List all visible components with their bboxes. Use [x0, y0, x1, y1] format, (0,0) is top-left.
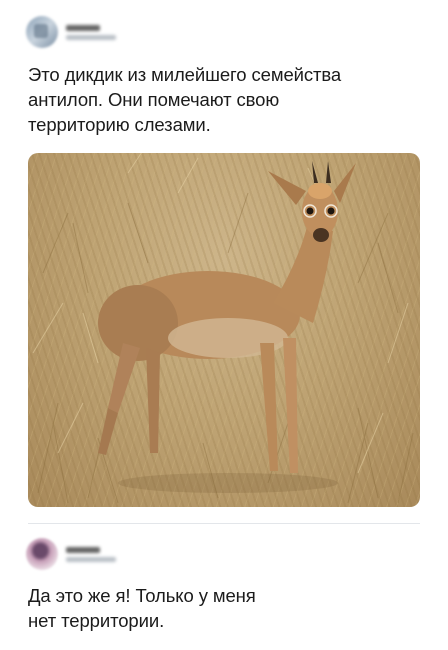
- tweet-text-line: нет территории.: [28, 610, 165, 631]
- tweet-2-header: [26, 538, 116, 570]
- tweet-text-line: Это дикдик из милейшего семейства: [28, 64, 342, 85]
- user-meta: [66, 546, 116, 562]
- dik-dik-illustration: [32, 153, 414, 504]
- dik-dik-photo[interactable]: [28, 153, 420, 507]
- avatar[interactable]: [26, 538, 58, 570]
- avatar[interactable]: [26, 16, 58, 48]
- tweet-text-line: Да это же я! Только у меня: [28, 585, 256, 606]
- user-meta: [66, 24, 116, 40]
- tweet-text-line: территорию слезами.: [28, 114, 211, 135]
- tweet-1-header: [26, 16, 116, 48]
- tweet-text-line: антилоп. Они помечают свою: [28, 89, 280, 110]
- tweet-1-text: Это дикдик из милейшего семейства антило…: [28, 62, 428, 137]
- blurred-handle: [66, 556, 116, 562]
- blurred-handle: [66, 34, 116, 40]
- blurred-username[interactable]: [66, 24, 100, 31]
- tweet-1: Это дикдик из милейшего семейства антило…: [0, 0, 448, 520]
- blurred-username[interactable]: [66, 546, 100, 553]
- tweet-2-text: Да это же я! Только у меня нет территори…: [28, 583, 428, 633]
- tweet-2: Да это же я! Только у меня нет территори…: [0, 524, 448, 650]
